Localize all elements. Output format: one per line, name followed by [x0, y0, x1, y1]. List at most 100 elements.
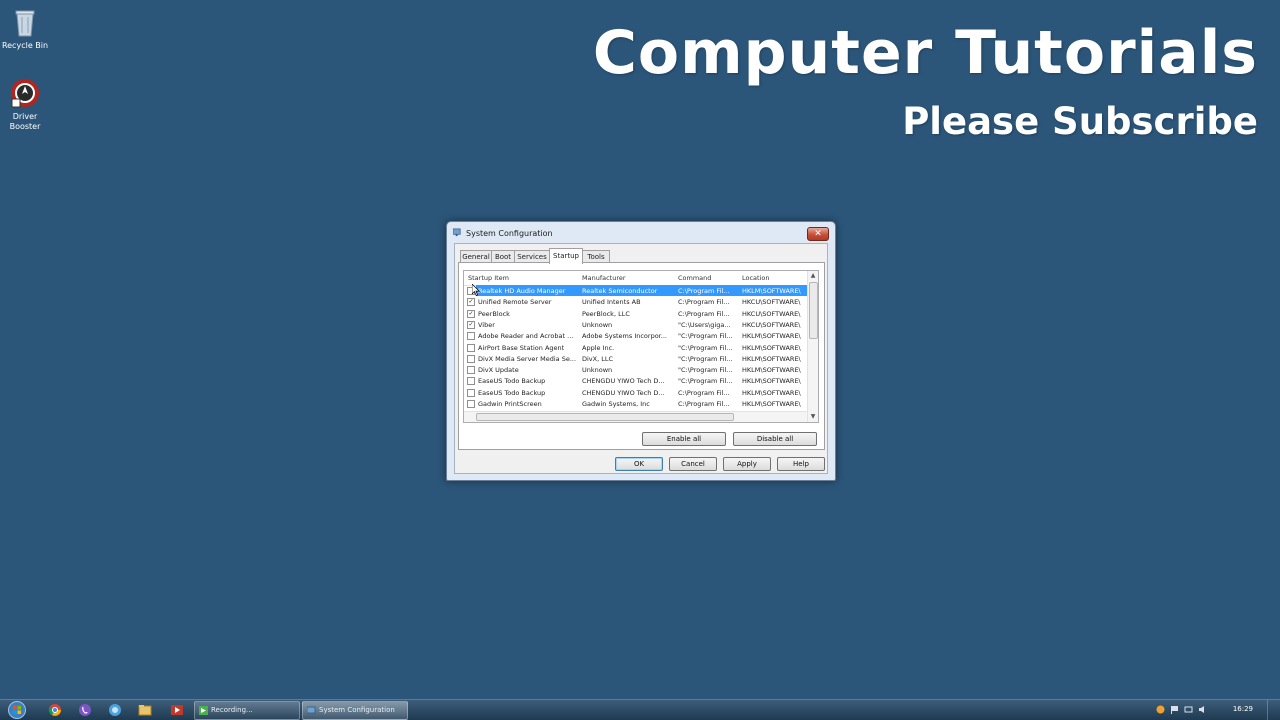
msconfig-icon	[453, 228, 461, 237]
tray-flag-icon[interactable]	[1170, 705, 1179, 714]
system-tray: 16:29	[1140, 700, 1280, 720]
tray-app-icon[interactable]	[1156, 705, 1165, 714]
column-startup-item[interactable]: Startup Item	[468, 274, 509, 282]
table-row[interactable]: ✓ Unified Remote Server Unified Intents AB…	[464, 296, 807, 307]
table-row[interactable]: AirPort Base Station Agent Apple Inc. "C:\…	[464, 342, 807, 353]
close-button[interactable]: ✕	[807, 227, 829, 241]
mouse-cursor-icon	[472, 284, 480, 296]
cell-location: HKLM\SOFTWARE\	[742, 287, 801, 295]
cell-item: Unified Remote Server	[478, 298, 552, 307]
horizontal-scrollbar[interactable]	[464, 411, 807, 422]
cancel-button[interactable]: Cancel	[669, 457, 717, 471]
viber-pinned-icon[interactable]	[78, 703, 92, 717]
cell-location: HKLM\SOFTWARE\	[742, 366, 801, 375]
taskbar-button-system-configuration[interactable]: System Configuration	[302, 701, 408, 720]
cell-item: EaseUS Todo Backup	[478, 388, 546, 397]
startup-items-list[interactable]: Startup Item Manufacturer Command Locati…	[463, 270, 819, 423]
recorder-icon	[199, 706, 208, 715]
table-row[interactable]: Realtek HD Audio Manager Realtek Semicond…	[464, 285, 807, 296]
cell-manufacturer: Unknown	[582, 320, 613, 329]
startup-item-checkbox[interactable]	[467, 377, 475, 386]
cell-item: Viber	[478, 320, 495, 329]
cell-item: Realtek HD Audio Manager	[478, 287, 566, 295]
column-command[interactable]: Command	[678, 274, 711, 282]
table-row[interactable]: ✓ Viber Unknown "C:\Users\giga... HKCU\SOFTW…	[464, 319, 807, 330]
scroll-down-icon[interactable]: ▼	[808, 412, 818, 422]
column-location[interactable]: Location	[742, 274, 770, 282]
enable-all-button[interactable]: Enable all	[642, 432, 726, 446]
table-row[interactable]: Gadwin PrintScreen Gadwin Systems, Inc C:\…	[464, 398, 807, 409]
media-pinned-icon[interactable]	[170, 703, 184, 717]
cell-command: "C:\Program Fil...	[678, 354, 733, 363]
startup-item-checkbox[interactable]	[467, 354, 475, 363]
cell-command: "C:\Program Fil...	[678, 377, 733, 386]
startup-item-checkbox[interactable]: ✓	[467, 298, 475, 307]
cell-command: C:\Program Fil...	[678, 400, 730, 408]
table-row[interactable]: DivX Update Unknown "C:\Program Fil... HKLM…	[464, 364, 807, 375]
startup-item-checkbox[interactable]: ✓	[467, 309, 475, 318]
vertical-scrollbar[interactable]: ▲ ▼	[807, 271, 818, 422]
table-row[interactable]: EaseUS Todo Backup CHENGDU YIWO Tech D...…	[464, 375, 807, 386]
column-manufacturer[interactable]: Manufacturer	[582, 274, 626, 282]
list-header: Startup Item Manufacturer Command Locati…	[464, 271, 807, 286]
startup-item-checkbox[interactable]	[467, 388, 475, 397]
taskbar-button-recording[interactable]: Recording...	[194, 701, 300, 720]
table-row[interactable]: DivX Media Server Media Se... DivX, LLC "C…	[464, 353, 807, 364]
cell-item: PeerBlock	[478, 309, 510, 318]
cell-manufacturer: CHENGDU YIWO Tech D...	[582, 377, 665, 386]
horizontal-scroll-thumb[interactable]	[476, 413, 734, 421]
overlay-title: Computer Tutorials	[592, 18, 1258, 88]
system-configuration-dialog: System Configuration ✕ General Boot Serv…	[446, 221, 836, 481]
startup-item-checkbox[interactable]	[467, 343, 475, 352]
driver-booster-desktop-icon[interactable]: Driver Booster	[0, 77, 50, 132]
dialog-title: System Configuration	[466, 229, 553, 238]
chrome-pinned-icon[interactable]	[48, 703, 62, 717]
cell-manufacturer: Realtek Semiconductor	[582, 287, 658, 295]
cell-manufacturer: Unified Intents AB	[582, 298, 641, 307]
table-row[interactable]: Adobe Reader and Acrobat ... Adobe System…	[464, 330, 807, 341]
cell-command: "C:\Users\giga...	[678, 320, 731, 329]
ok-button[interactable]: OK	[615, 457, 663, 471]
startup-item-checkbox[interactable]	[467, 332, 475, 341]
cell-location: HKLM\SOFTWARE\	[742, 377, 801, 386]
cell-location: HKCU\SOFTWARE\	[742, 298, 801, 307]
startup-item-checkbox[interactable]: ✓	[467, 320, 475, 329]
start-button-icon[interactable]	[7, 701, 27, 719]
recycle-bin-label: Recycle Bin	[1, 41, 49, 50]
cell-manufacturer: DivX, LLC	[582, 354, 614, 363]
table-row[interactable]: ✓ PeerBlock PeerBlock, LLC C:\Program Fil..…	[464, 308, 807, 319]
driver-booster-label: Driver Booster	[9, 112, 41, 131]
volume-icon[interactable]	[1198, 705, 1207, 714]
vertical-scroll-thumb[interactable]	[809, 282, 818, 339]
taskbar-button-label: Recording...	[211, 706, 253, 714]
startup-item-checkbox[interactable]	[467, 366, 475, 375]
help-button[interactable]: Help	[777, 457, 825, 471]
cell-location: HKLM\SOFTWARE\	[742, 332, 801, 341]
network-pinned-icon[interactable]	[108, 703, 122, 717]
cell-command: C:\Program Fil...	[678, 287, 730, 295]
disable-all-button[interactable]: Disable all	[733, 432, 817, 446]
scroll-up-icon[interactable]: ▲	[808, 271, 818, 281]
startup-item-checkbox[interactable]	[467, 400, 475, 408]
tab-startup[interactable]: Startup	[549, 248, 583, 264]
cell-item: DivX Media Server Media Se...	[478, 354, 577, 363]
msconfig-taskbar-icon	[307, 706, 316, 714]
dialog-titlebar[interactable]: System Configuration ✕	[447, 222, 835, 244]
recycle-bin-desktop-icon[interactable]: Recycle Bin	[0, 6, 50, 51]
cell-item: Gadwin PrintScreen	[478, 400, 542, 408]
cell-location: HKLM\SOFTWARE\	[742, 400, 801, 408]
cell-location: HKLM\SOFTWARE\	[742, 343, 801, 352]
cell-location: HKCU\SOFTWARE\	[742, 309, 801, 318]
cell-manufacturer: Gadwin Systems, Inc	[582, 400, 650, 408]
show-desktop-button[interactable]	[1267, 700, 1280, 720]
cell-command: C:\Program Fil...	[678, 309, 730, 318]
clock[interactable]: 16:29	[1233, 705, 1253, 713]
cell-command: C:\Program Fil...	[678, 388, 730, 397]
table-row[interactable]: EaseUS Todo Backup CHENGDU YIWO Tech D...…	[464, 387, 807, 398]
folder-pinned-icon[interactable]	[138, 703, 152, 717]
tray-network-icon[interactable]	[1184, 705, 1193, 714]
cell-command: "C:\Program Fil...	[678, 366, 733, 375]
apply-button[interactable]: Apply	[723, 457, 771, 471]
cell-manufacturer: Unknown	[582, 366, 613, 375]
cell-manufacturer: Apple Inc.	[582, 343, 615, 352]
